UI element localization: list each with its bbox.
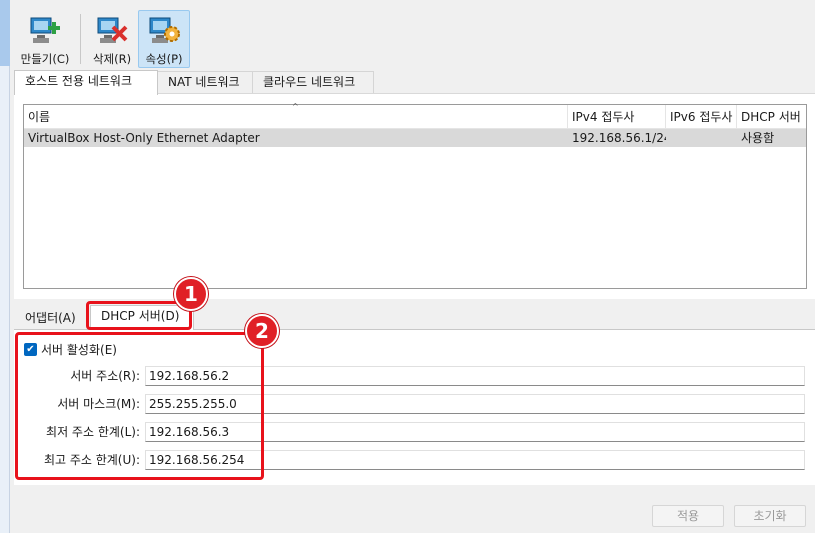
tab-nat-network[interactable]: NAT 네트워크 (157, 71, 253, 94)
tab-dhcp-server[interactable]: DHCP 서버(D) (90, 305, 194, 330)
network-type-tabs: 호스트 전용 네트워크 NAT 네트워크 클라우드 네트워크 (14, 70, 814, 95)
properties-tabs: 어댑터(A) DHCP 서버(D) (14, 305, 814, 330)
delete-button[interactable]: 삭제(R) (86, 10, 138, 68)
annotation-badge-2: 2 (245, 314, 279, 348)
delete-button-label: 삭제(R) (92, 52, 132, 66)
annotation-badge-1: 1 (174, 277, 208, 311)
toolbar-separator (80, 14, 81, 64)
server-address-label: 서버 주소(R): (70, 369, 140, 383)
enable-server-label: 서버 활성화(E) (41, 343, 117, 357)
lower-address-bound-label: 최저 주소 한계(L): (46, 425, 140, 439)
server-mask-label: 서버 마스크(M): (57, 397, 140, 411)
properties-button[interactable]: 속성(P) (138, 10, 190, 68)
reset-button[interactable]: 초기화 (734, 505, 806, 527)
column-header-dhcp[interactable]: DHCP 서버 (737, 105, 807, 129)
apply-button[interactable]: 적용 (652, 505, 724, 527)
server-mask-field[interactable]: 255.255.255.0 (145, 394, 805, 414)
upper-address-bound-label: 최고 주소 한계(U): (43, 453, 140, 467)
row-name: VirtualBox Host-Only Ethernet Adapter (28, 131, 260, 145)
dhcp-server-panel: ✔ 서버 활성화(E) 서버 주소(R): 192.168.56.2 서버 마스… (14, 329, 815, 485)
tab-adapter[interactable]: 어댑터(A) (14, 307, 88, 329)
tab-cloud-network[interactable]: 클라우드 네트워크 (252, 71, 374, 94)
network-list-header: ^ 이름 IPv4 접두사 IPv6 접두사 DHCP 서버 (24, 102, 807, 129)
row-dhcp: 사용함 (741, 131, 775, 145)
left-sidebar-strip (0, 0, 10, 533)
row-ipv4: 192.168.56.1/24 (572, 131, 666, 145)
lower-address-bound-field[interactable]: 192.168.56.3 (145, 422, 805, 442)
toolbar: 만들기(C) 삭제(R) 속성(P) (10, 0, 815, 70)
create-button-label: 만들기(C) (20, 52, 70, 66)
table-row[interactable]: VirtualBox Host-Only Ethernet Adapter 19… (24, 129, 806, 147)
server-address-field[interactable]: 192.168.56.2 (145, 366, 805, 386)
column-header-name[interactable]: 이름 (24, 105, 568, 129)
properties-button-label: 속성(P) (145, 52, 183, 66)
column-header-ipv4[interactable]: IPv4 접두사 (568, 105, 666, 129)
create-button[interactable]: 만들기(C) (14, 10, 76, 68)
properties-gear-icon (149, 17, 180, 43)
tab-host-only-network[interactable]: 호스트 전용 네트워크 (14, 70, 158, 95)
network-list: ^ 이름 IPv4 접두사 IPv6 접두사 DHCP 서버 VirtualBo… (23, 102, 807, 289)
delete-network-icon (97, 17, 128, 43)
enable-server-checkbox[interactable]: ✔ (24, 343, 37, 356)
row-ipv6 (666, 129, 737, 147)
left-sidebar-selected-item[interactable] (0, 0, 10, 66)
create-network-icon (30, 17, 60, 43)
host-only-network-panel: ^ 이름 IPv4 접두사 IPv6 접두사 DHCP 서버 VirtualBo… (14, 93, 815, 299)
column-header-ipv6[interactable]: IPv6 접두사 (666, 105, 737, 129)
network-manager-pane: 만들기(C) 삭제(R) 속성(P) 호스트 전용 네트워크 NAT 네트워크 … (10, 0, 815, 533)
upper-address-bound-field[interactable]: 192.168.56.254 (145, 450, 805, 470)
dialog-button-bar: 적용 초기화 (10, 495, 815, 533)
